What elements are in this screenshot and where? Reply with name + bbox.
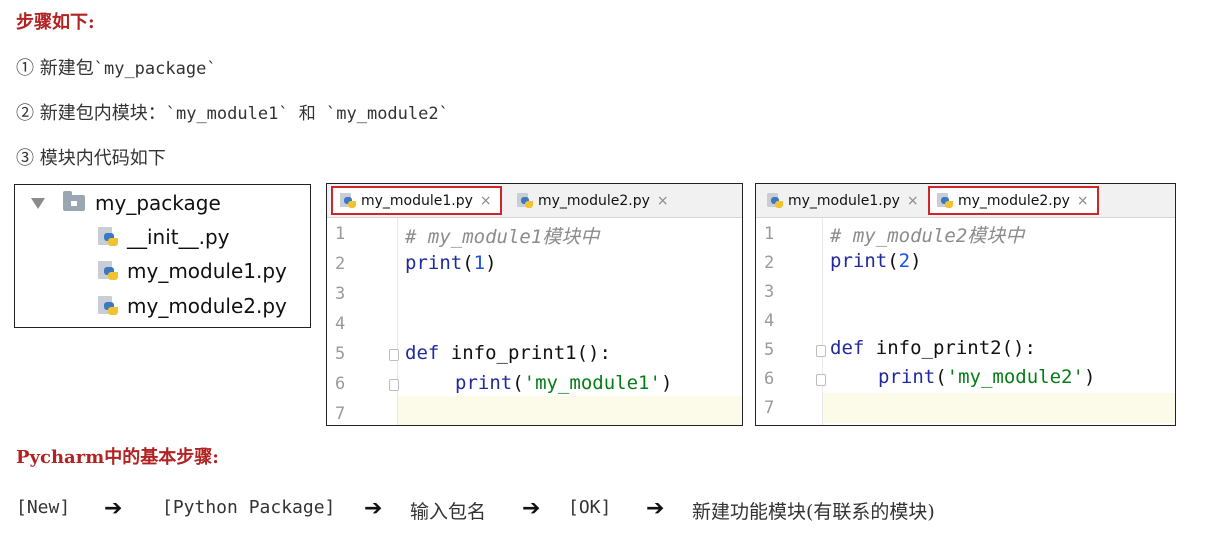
arrow-right-icon: ➔ <box>104 496 123 521</box>
editor-module2: my_module1.py × my_module2.py × 1 2 3 4 … <box>755 183 1176 426</box>
line-gutter: 1 2 3 4 5 6 7 <box>327 218 399 425</box>
step-1-text: ① 新建包 <box>16 58 94 79</box>
code-builtin: print <box>455 372 513 394</box>
code-string: 'my_module2' <box>946 366 1084 388</box>
code-comment: # my_module1模块中 <box>405 226 600 248</box>
fold-close-icon[interactable] <box>816 374 826 386</box>
python-file-icon <box>97 226 119 248</box>
python-file-icon <box>516 192 534 210</box>
tree-file-init[interactable]: __init__.py <box>97 225 230 249</box>
editor-module1: my_module1.py × my_module2.py × 1 2 3 4 … <box>326 183 743 426</box>
folder-label: my_package <box>95 191 221 215</box>
file-label: my_module1.py <box>127 259 287 283</box>
arrow-right-icon: ➔ <box>646 496 665 521</box>
close-icon[interactable]: × <box>907 193 919 209</box>
line-number: 6 <box>764 369 775 389</box>
line-number: 1 <box>764 224 775 244</box>
tab-my-module1[interactable]: my_module1.py × <box>331 186 502 215</box>
package-folder-icon <box>63 191 85 211</box>
line-number: 1 <box>335 224 346 244</box>
fold-open-icon[interactable] <box>816 345 826 357</box>
code-func-sig: info_print2(): <box>864 337 1036 359</box>
tree-folder-row[interactable]: my_package <box>31 191 221 215</box>
code-string: 'my_module1' <box>523 372 661 394</box>
tab-my-module2[interactable]: my_module2.py × <box>510 186 680 215</box>
tree-file-module1[interactable]: my_module1.py <box>97 259 287 283</box>
steps-heading: 步骤如下: <box>16 12 95 33</box>
line-number: 4 <box>335 314 346 334</box>
close-icon[interactable]: × <box>1077 193 1089 209</box>
arrow-right-icon: ➔ <box>522 496 541 521</box>
step-3: ③ 模块内代码如下 <box>16 144 166 170</box>
step-1-code: `my_package` <box>93 59 217 79</box>
tab-label: my_module1.py <box>361 192 473 209</box>
tree-file-module2[interactable]: my_module2.py <box>97 294 287 318</box>
tab-label: my_module2.py <box>958 192 1070 209</box>
arrow-right-icon: ➔ <box>364 496 383 521</box>
line-number: 7 <box>764 398 775 418</box>
code-line-5: def info_print2(): <box>830 337 1036 359</box>
code-func-sig: info_print1(): <box>439 342 611 364</box>
code-line-2: print(1) <box>405 252 497 274</box>
code-line-1: # my_module1模块中 <box>405 222 599 249</box>
code-builtin: print <box>878 366 936 388</box>
code-keyword: def <box>830 337 865 359</box>
line-number: 2 <box>335 254 346 274</box>
code-number: 2 <box>898 250 911 272</box>
flow-step-python-package: [Python Package] <box>162 497 336 518</box>
file-label: my_module2.py <box>127 294 287 318</box>
editor-tab-bar: my_module1.py × my_module2.py × <box>756 184 1175 218</box>
file-label: __init__.py <box>127 225 230 249</box>
code-number: 1 <box>473 252 486 274</box>
code-builtin: print <box>405 252 463 274</box>
step-1: ① 新建包`my_package` <box>16 54 217 80</box>
flow-step-create-modules: 新建功能模块(有联系的模块) <box>692 501 935 523</box>
tab-label: my_module2.py <box>538 192 650 209</box>
line-number: 7 <box>335 404 346 424</box>
line-number: 6 <box>335 374 346 394</box>
step-2-code: `my_module1` 和 `my_module2` <box>165 104 449 124</box>
line-gutter: 1 2 3 4 5 6 7 <box>756 218 826 425</box>
code-line-2: print(2) <box>830 250 922 272</box>
python-file-icon <box>97 260 119 282</box>
code-builtin: print <box>830 250 888 272</box>
code-line-1: # my_module2模块中 <box>830 221 1024 248</box>
python-file-icon <box>339 192 357 210</box>
tab-my-module1[interactable]: my_module1.py × <box>760 186 926 215</box>
code-comment: # my_module2模块中 <box>830 225 1025 247</box>
expand-arrow-icon[interactable] <box>31 197 45 209</box>
tab-my-module2[interactable]: my_module2.py × <box>928 186 1099 215</box>
line-number: 2 <box>764 253 775 273</box>
code-line-5: def info_print1(): <box>405 342 611 364</box>
code-line-6: print('my_module1') <box>455 372 673 394</box>
step-2-text: ② 新建包内模块： <box>16 103 166 124</box>
step-3-text: ③ 模块内代码如下 <box>16 148 166 169</box>
line-number: 3 <box>335 284 346 304</box>
tab-label: my_module1.py <box>788 192 900 209</box>
line-number: 4 <box>764 311 775 331</box>
python-file-icon <box>97 295 119 317</box>
line-number: 5 <box>335 344 346 364</box>
step-2: ② 新建包内模块：`my_module1` 和 `my_module2` <box>16 99 449 125</box>
project-tree: my_package __init__.py my_module1.py my_… <box>14 184 311 328</box>
python-file-icon <box>766 192 784 210</box>
line-number: 3 <box>764 282 775 302</box>
close-icon[interactable]: × <box>657 193 669 209</box>
flow-step-new: [New] <box>16 497 71 518</box>
flow-step-enter-name: 输入包名 <box>410 501 487 523</box>
python-file-icon <box>936 192 954 210</box>
flow-step-ok: [OK] <box>568 497 612 518</box>
fold-open-icon[interactable] <box>389 349 399 361</box>
code-keyword: def <box>405 342 440 364</box>
close-icon[interactable]: × <box>480 193 492 209</box>
code-line-6: print('my_module2') <box>878 366 1096 388</box>
editor-tab-bar: my_module1.py × my_module2.py × <box>327 184 742 218</box>
fold-close-icon[interactable] <box>389 379 399 391</box>
pycharm-heading: Pycharm中的基本步骤: <box>16 447 219 468</box>
line-number: 5 <box>764 340 775 360</box>
